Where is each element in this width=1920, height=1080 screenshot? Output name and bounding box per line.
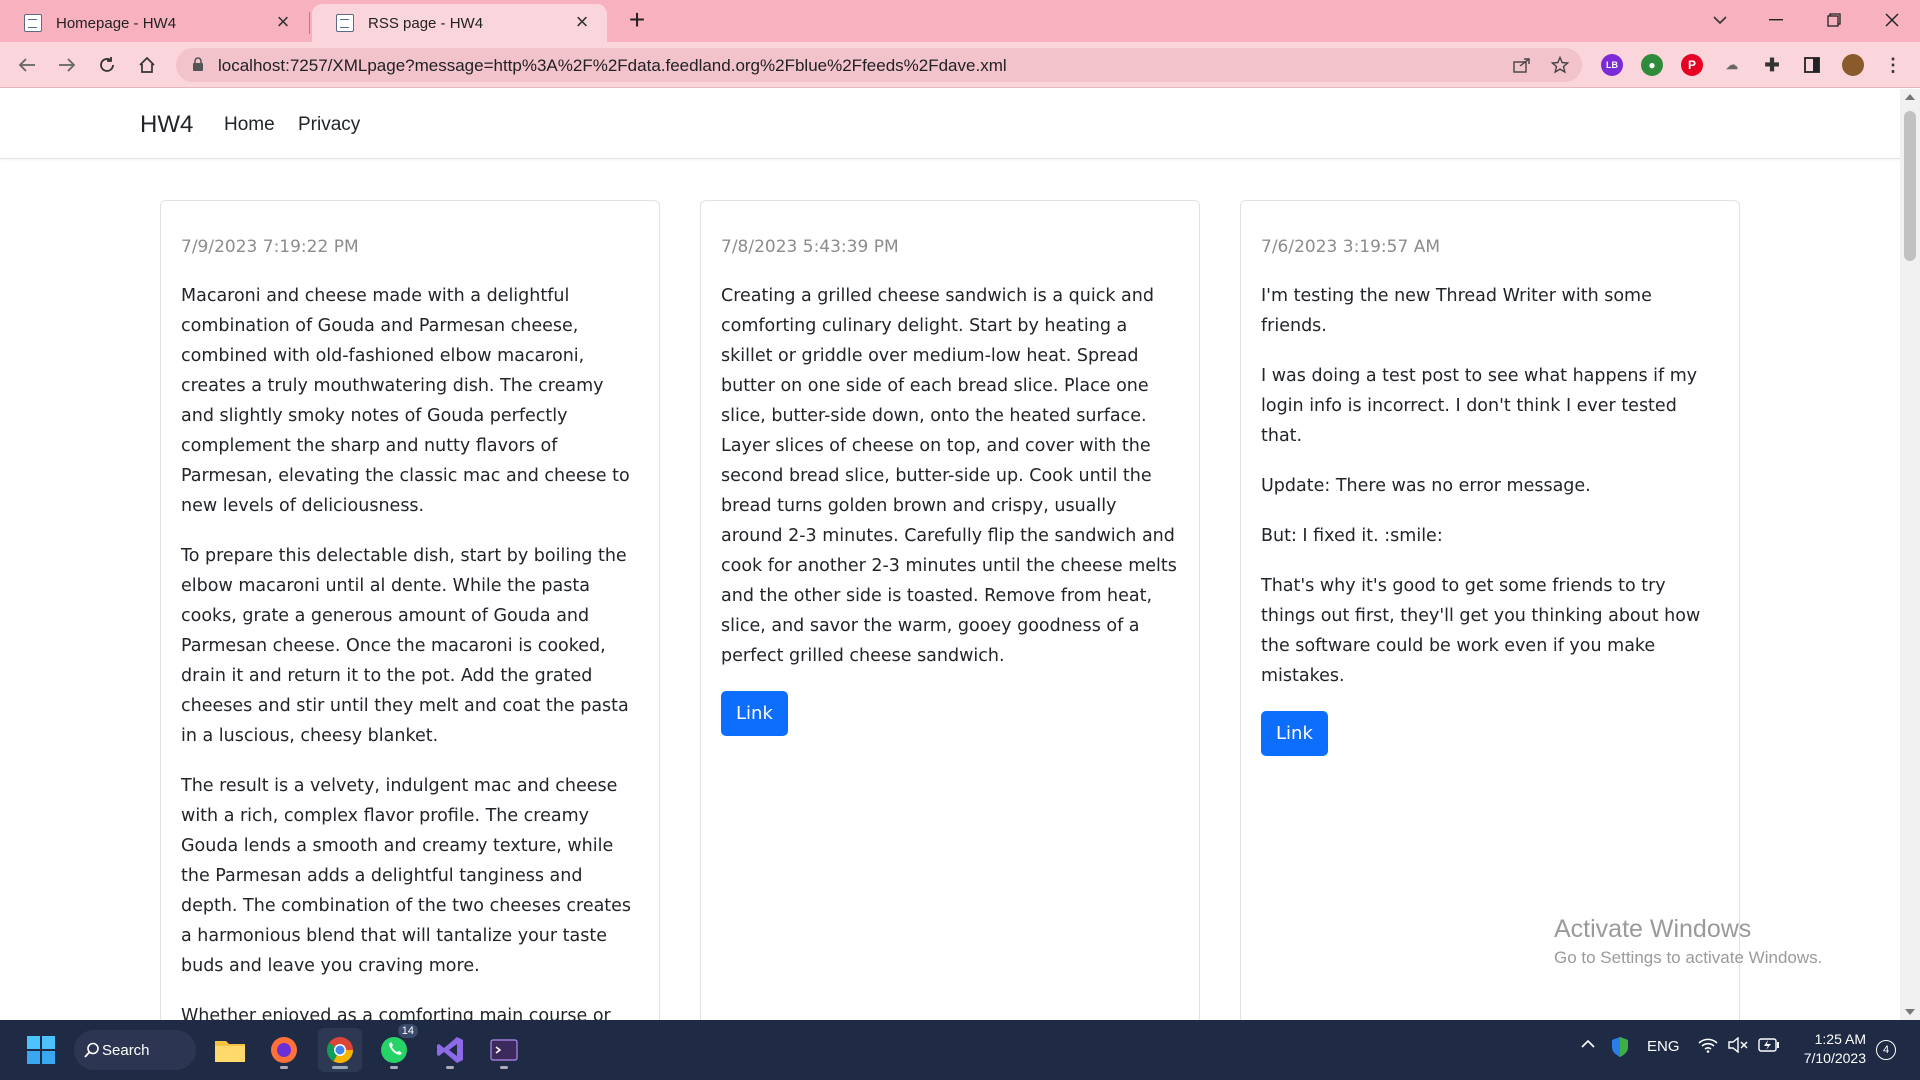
battery-icon[interactable] <box>1758 1038 1780 1056</box>
running-indicator <box>446 1066 454 1069</box>
chrome-icon[interactable] <box>318 1028 362 1072</box>
notification-center-badge[interactable]: 4 <box>1876 1040 1896 1060</box>
running-indicator <box>280 1066 288 1069</box>
wifi-icon[interactable] <box>1698 1037 1718 1057</box>
url-host: localhost <box>218 56 286 75</box>
whatsapp-icon[interactable]: 14 <box>372 1024 418 1072</box>
taskbar-search[interactable]: Search <box>74 1030 196 1070</box>
card-date: 7/9/2023 7:19:22 PM <box>181 237 359 257</box>
close-window-button[interactable] <box>1866 0 1918 40</box>
card-paragraph: Macaroni and cheese made with a delightf… <box>181 286 630 516</box>
show-hidden-icons-chevron-icon[interactable] <box>1580 1036 1596 1053</box>
rss-card: 7/8/2023 5:43:39 PM Creating a grilled c… <box>700 200 1200 1020</box>
new-tab-button[interactable]: + <box>622 6 652 36</box>
card-paragraph: To prepare this delectable dish, start b… <box>181 546 629 746</box>
visual-studio-icon[interactable] <box>428 1028 472 1072</box>
page-icon <box>336 14 354 32</box>
tab-rss-page[interactable]: RSS page - HW4 × <box>312 4 607 42</box>
site-brand[interactable]: HW4 <box>140 111 193 139</box>
close-icon[interactable]: × <box>571 11 593 34</box>
system-clock[interactable]: 1:25 AM 7/10/2023 <box>1796 1030 1866 1068</box>
extension-globe-icon[interactable]: ● <box>1641 54 1663 76</box>
back-icon[interactable] <box>12 50 42 80</box>
extension-cloud-icon[interactable]: ☁ <box>1721 54 1743 76</box>
extension-lb-icon[interactable]: LB <box>1601 54 1623 76</box>
terminal-icon[interactable] <box>482 1028 526 1072</box>
tab-title: Homepage - HW4 <box>56 14 177 32</box>
search-label: Search <box>102 1041 150 1059</box>
tab-title: RSS page - HW4 <box>368 14 484 32</box>
web-page: HW4 Home Privacy 7/9/2023 7:19:22 PM Mac… <box>0 89 1900 1020</box>
home-icon[interactable] <box>132 50 162 80</box>
pinterest-icon[interactable]: P <box>1681 54 1703 76</box>
page-icon <box>24 14 42 32</box>
card-paragraph: Creating a grilled cheese sandwich is a … <box>721 286 1177 666</box>
scroll-down-icon[interactable] <box>1905 1009 1915 1015</box>
card-paragraph: That's why it's good to get some friends… <box>1261 576 1701 686</box>
minimize-button[interactable] <box>1750 0 1802 40</box>
clock-date: 7/10/2023 <box>1803 1050 1866 1066</box>
link-button[interactable]: Link <box>1261 711 1328 756</box>
windows-start-icon[interactable] <box>19 1028 63 1072</box>
card-date: 7/8/2023 5:43:39 PM <box>721 237 899 257</box>
link-button[interactable]: Link <box>721 691 788 736</box>
nav-link-privacy[interactable]: Privacy <box>298 114 360 136</box>
notification-badge: 14 <box>397 1024 418 1038</box>
running-indicator <box>390 1066 398 1069</box>
forward-icon[interactable] <box>52 50 82 80</box>
nav-link-home[interactable]: Home <box>224 114 275 136</box>
share-icon[interactable] <box>1510 53 1534 77</box>
page-scrollbar[interactable] <box>1900 89 1920 1020</box>
card-paragraph: Update: There was no error message. <box>1261 476 1591 496</box>
url-text[interactable]: localhost:7257/XMLpage?message=http%3A%2… <box>218 56 1007 76</box>
card-date: 7/6/2023 3:19:57 AM <box>1261 237 1440 257</box>
side-panel-icon[interactable] <box>1801 54 1823 76</box>
reload-icon[interactable] <box>92 50 122 80</box>
tab-search-chevron-icon[interactable] <box>1694 0 1746 40</box>
tab-strip: Homepage - HW4 × RSS page - HW4 × + <box>0 0 1920 42</box>
clock-time: 1:25 AM <box>1814 1031 1866 1047</box>
running-indicator <box>332 1066 348 1069</box>
rss-card: 7/6/2023 3:19:57 AM I'm testing the new … <box>1240 200 1740 1020</box>
card-paragraph: But: I fixed it. :smile: <box>1261 526 1443 546</box>
language-indicator[interactable]: ENG <box>1647 1038 1680 1055</box>
bookmark-star-icon[interactable] <box>1548 53 1572 77</box>
close-icon[interactable]: × <box>272 11 294 34</box>
firefox-icon[interactable] <box>262 1028 306 1072</box>
tab-homepage[interactable]: Homepage - HW4 × <box>0 4 308 42</box>
file-explorer-icon[interactable] <box>208 1028 252 1072</box>
restore-button[interactable] <box>1808 0 1860 40</box>
address-bar[interactable]: localhost:7257/XMLpage?message=http%3A%2… <box>176 48 1582 82</box>
scroll-up-icon[interactable] <box>1905 94 1915 100</box>
profile-avatar[interactable] <box>1842 54 1864 76</box>
security-shield-icon[interactable] <box>1610 1036 1630 1062</box>
search-icon <box>84 1042 99 1058</box>
more-menu-icon[interactable]: ⋮ <box>1882 54 1904 76</box>
card-paragraph: I'm testing the new Thread Writer with s… <box>1261 286 1652 336</box>
extensions-puzzle-icon[interactable]: ✚ <box>1761 54 1783 76</box>
tab-divider <box>309 12 310 34</box>
volume-muted-icon[interactable] <box>1728 1036 1748 1057</box>
rss-card: 7/9/2023 7:19:22 PM Macaroni and cheese … <box>160 200 660 1020</box>
url-path: :7257/XMLpage?message=http%3A%2F%2Fdata.… <box>285 56 1007 75</box>
windows-taskbar: Search 14 ENG 1:25 AM 7/10/2023 4 <box>0 1020 1920 1080</box>
lock-icon[interactable] <box>192 57 204 72</box>
card-paragraph: Whether enjoyed as a comforting main cou… <box>181 1006 611 1020</box>
browser-toolbar: localhost:7257/XMLpage?message=http%3A%2… <box>0 42 1920 88</box>
scrollbar-thumb[interactable] <box>1904 111 1916 261</box>
running-indicator <box>500 1066 508 1069</box>
site-navbar: HW4 Home Privacy <box>0 89 1900 159</box>
card-paragraph: I was doing a test post to see what happ… <box>1261 366 1698 446</box>
card-paragraph: The result is a velvety, indulgent mac a… <box>181 776 632 976</box>
